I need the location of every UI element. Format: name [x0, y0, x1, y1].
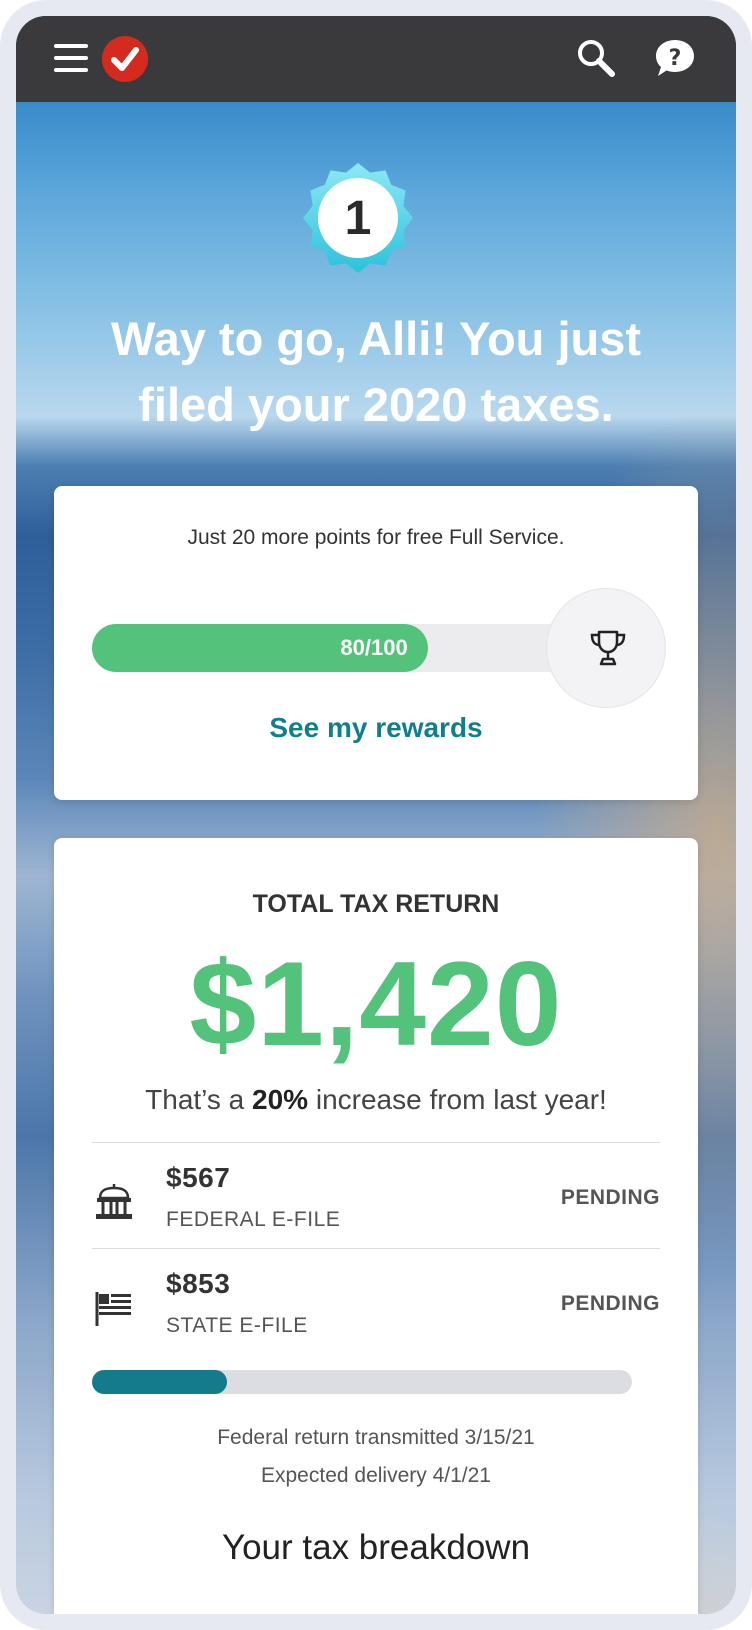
transmitted-text: Federal return transmitted 3/15/21 [217, 1426, 535, 1449]
headline-line-1: Way to go, Alli! You just [110, 312, 642, 365]
rewards-message: Just 20 more points for free Full Servic… [187, 526, 565, 549]
search-icon[interactable] [576, 38, 616, 78]
trophy-button[interactable] [546, 588, 666, 708]
return-status-progress-fill [92, 1370, 227, 1394]
divider [92, 1142, 660, 1143]
total-tax-return-amount: $1,420 [189, 937, 563, 1071]
congrats-headline: Way to go, Alli! You just filed your 202… [36, 306, 716, 438]
rewards-progress-track: 80/100 [92, 624, 612, 672]
tax-breakdown-title: Your tax breakdown [221, 1528, 531, 1567]
top-app-bar: ? [16, 16, 736, 102]
phone-frame: ? 1 Way to go, Alli! You just filed your… [0, 0, 752, 1630]
rewards-progress-fill: 80/100 [92, 624, 428, 672]
checkmark-logo-icon[interactable] [102, 36, 148, 82]
state-amount: $853 [166, 1268, 231, 1299]
state-status: PENDING [560, 1292, 660, 1315]
help-bubble-icon[interactable]: ? [654, 38, 696, 78]
total-tax-return-label: TOTAL TAX RETURN [252, 890, 500, 918]
badge-number: 1 [344, 191, 372, 245]
increase-suffix: increase from last year! [315, 1084, 607, 1115]
state-flag-icon [95, 1292, 131, 1326]
increase-value: 20% [252, 1084, 309, 1115]
headline-line-2: filed your 2020 taxes. [138, 378, 614, 431]
rewards-progress-label: 80/100 [340, 635, 408, 660]
government-building-icon [96, 1184, 132, 1219]
app-screen: ? 1 Way to go, Alli! You just filed your… [16, 16, 736, 1614]
rewards-card: Just 20 more points for free Full Servic… [54, 486, 698, 800]
federal-status: PENDING [560, 1186, 660, 1209]
return-status-progress-track [92, 1370, 632, 1394]
expected-delivery-text: Expected delivery 4/1/21 [261, 1464, 491, 1487]
see-my-rewards-link[interactable]: See my rewards [54, 712, 698, 744]
federal-efile-row[interactable]: $567 FEDERAL E-FILE PENDING [92, 1144, 660, 1248]
increase-text: That’s a 20% increase from last year! [54, 1084, 698, 1116]
trophy-icon [590, 630, 626, 666]
tax-return-card: TOTAL TAX RETURN $1,420 That’s a 20% inc… [54, 838, 698, 1614]
achievement-badge: 1 [302, 162, 414, 274]
hamburger-menu-icon[interactable] [54, 42, 88, 74]
increase-prefix: That’s a [145, 1084, 245, 1115]
state-efile-row[interactable]: $853 STATE E-FILE PENDING [92, 1250, 660, 1354]
federal-amount: $567 [166, 1162, 231, 1193]
divider [92, 1248, 660, 1249]
svg-text:?: ? [669, 46, 682, 71]
state-label: STATE E-FILE [166, 1314, 308, 1337]
federal-label: FEDERAL E-FILE [166, 1208, 341, 1231]
